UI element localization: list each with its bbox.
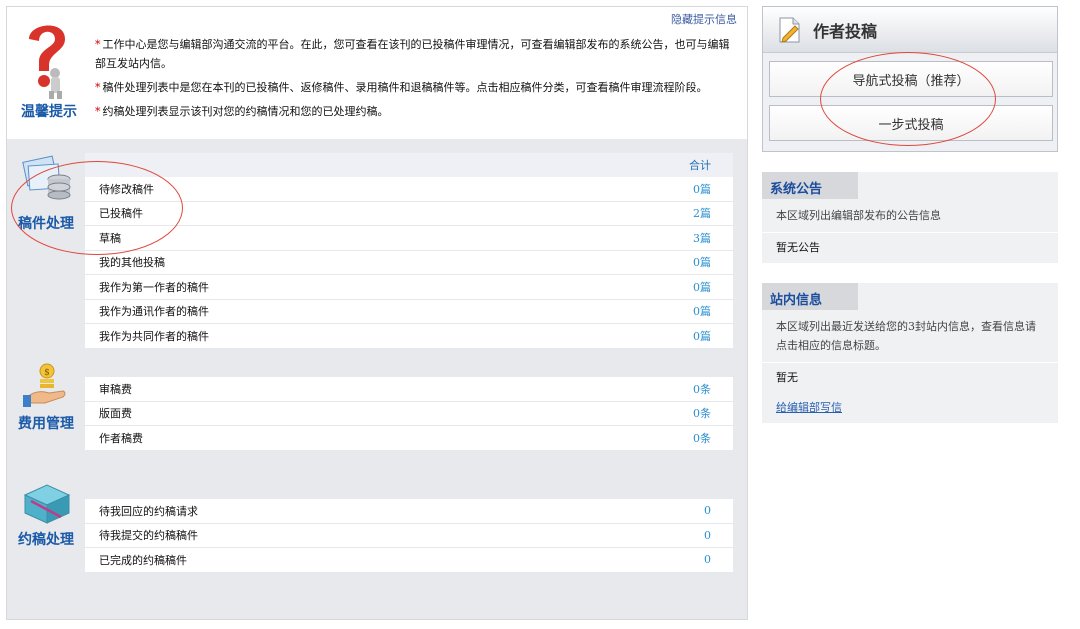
fees-table: 审稿费 0条 版面费 0条 作者稿费 0条 [85,377,733,451]
fees-label: 费用管理 [18,416,74,432]
author-submit-title: 作者投稿 [813,21,878,41]
table-row[interactable]: 我的其他投稿 0篇 [85,251,733,275]
table-row[interactable]: 待我提交的约稿稿件 0 [85,524,733,548]
right-panel: 作者投稿 导航式投稿（推荐） 一步式投稿 系统公告 本区域列出编辑部发布的公告信… [762,6,1058,423]
hint-label: 温馨提示 [21,104,77,120]
table-row[interactable]: 版面费 0条 [85,402,733,426]
invite-box-icon [23,484,71,524]
table-row[interactable]: 我作为通讯作者的稿件 0篇 [85,300,733,324]
table-row[interactable]: 审稿费 0条 [85,377,733,402]
manuscript-stack-icon [22,155,71,200]
hint-section: 隐藏提示信息 温馨提示 * 工作中心是您与编辑部沟通交流的平台。在此，您可查看在该… [7,7,747,139]
author-submit-box: 作者投稿 导航式投稿（推荐） 一步式投稿 [762,6,1058,152]
messages-box: 站内信息 本区域列出最近发送给您的3封站内信息，查看信息请点击相应的信息标题。 … [762,283,1058,423]
messages-item: 暂无 [776,371,798,384]
nav-submit-button[interactable]: 导航式投稿（推荐） [769,61,1053,97]
messages-desc: 本区域列出最近发送给您的3封站内信息，查看信息请点击相应的信息标题。 [762,310,1058,363]
manuscripts-table: 合计 待修改稿件 0篇 已投稿件 2篇 草稿 3篇 我的其他投稿 0篇 我作为第一作者的… [85,153,733,349]
manuscripts-label: 稿件处理 [18,216,74,232]
money-hand-icon: $ [23,363,66,407]
write-to-editor-link[interactable]: 给编辑部写信 [762,393,1058,423]
hint-lines: * 工作中心是您与编辑部沟通交流的平台。在此，您可查看在该刊的已投稿件审理情况，可… [95,35,740,126]
invites-table: 待我回应的约稿请求 0 待我提交的约稿稿件 0 已完成的约稿稿件 0 [85,499,733,573]
hint-line: * 工作中心是您与编辑部沟通交流的平台。在此，您可查看在该刊的已投稿件审理情况，可… [95,38,730,70]
table-row[interactable]: 待我回应的约稿请求 0 [85,499,733,524]
table-row[interactable]: 草稿 3篇 [85,226,733,251]
svg-text:$: $ [44,368,50,378]
messages-title: 站内信息 [762,283,858,310]
hide-hint-link[interactable]: 隐藏提示信息 [671,11,737,27]
workspace-panel: 隐藏提示信息 温馨提示 * 工作中心是您与编辑部沟通交流的平台。在此，您可查看在该… [6,6,748,620]
pencil-paper-icon [779,17,800,43]
author-submit-header: 作者投稿 [763,7,1057,53]
table-row[interactable]: 已完成的约稿稿件 0 [85,548,733,573]
total-header: 合计 [85,153,733,177]
system-notice-title: 系统公告 [762,172,858,199]
table-row[interactable]: 已投稿件 2篇 [85,202,733,226]
table-row[interactable]: 我作为共同作者的稿件 0篇 [85,324,733,349]
table-row[interactable]: 我作为第一作者的稿件 0篇 [85,275,733,300]
system-notice-item: 暂无公告 [776,241,820,254]
system-notice-desc: 本区域列出编辑部发布的公告信息 [762,199,1058,233]
hint-line: * 稿件处理列表中是您在本刊的已投稿件、返修稿件、录用稿件和退稿稿件等。点击相应稿… [95,81,708,94]
hint-line: * 约稿处理列表显示该刊对您的约稿情况和您的已处理约稿。 [95,105,389,118]
invites-label: 约稿处理 [18,532,74,548]
table-row[interactable]: 作者稿费 0条 [85,426,733,451]
system-notice-box: 系统公告 本区域列出编辑部发布的公告信息 暂无公告 [762,172,1058,263]
one-step-submit-button[interactable]: 一步式投稿 [769,105,1053,141]
question-mark-icon [29,25,65,99]
table-row[interactable]: 待修改稿件 0篇 [85,177,733,202]
